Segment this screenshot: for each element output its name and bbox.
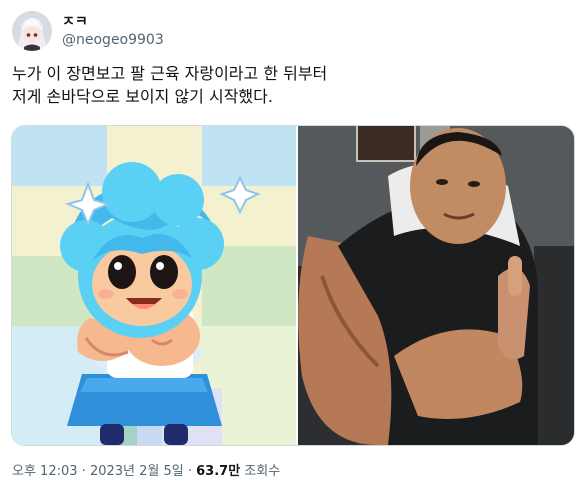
meta-separator: ·: [183, 464, 197, 479]
avatar[interactable]: [12, 11, 52, 51]
view-count-label: 조회수: [240, 464, 281, 479]
tweet-text: 누가 이 장면보고 팔 근육 자랑이라고 한 뒤부터 저게 손바닥으로 보이지 …: [12, 62, 572, 108]
avatar-illustration: [12, 11, 52, 51]
media-image-cartoon[interactable]: [12, 126, 296, 445]
tweet-line-2: 저게 손바닥으로 보이지 않기 시작했다.: [12, 87, 273, 106]
cartoon-flexing-illustration: [12, 126, 296, 445]
media-image-photo[interactable]: [298, 126, 574, 445]
user-handle[interactable]: @neogeo9903: [62, 31, 164, 49]
media-grid: [11, 125, 575, 446]
muscular-man-photo: [298, 126, 574, 445]
tweet-date[interactable]: 2023년 2월 5일: [90, 464, 184, 479]
tweet-header: ㅈㅋ @neogeo9903: [12, 9, 164, 53]
tweet-line-1: 누가 이 장면보고 팔 근육 자랑이라고 한 뒤부터: [12, 64, 328, 83]
display-name[interactable]: ㅈㅋ: [62, 13, 164, 31]
tweet-meta: 오후 12:03 · 2023년 2월 5일 · 63.7만 조회수: [12, 460, 280, 479]
meta-separator: ·: [77, 464, 90, 479]
tweet-time[interactable]: 오후 12:03: [12, 464, 78, 479]
view-count: 63.7만: [196, 464, 241, 479]
